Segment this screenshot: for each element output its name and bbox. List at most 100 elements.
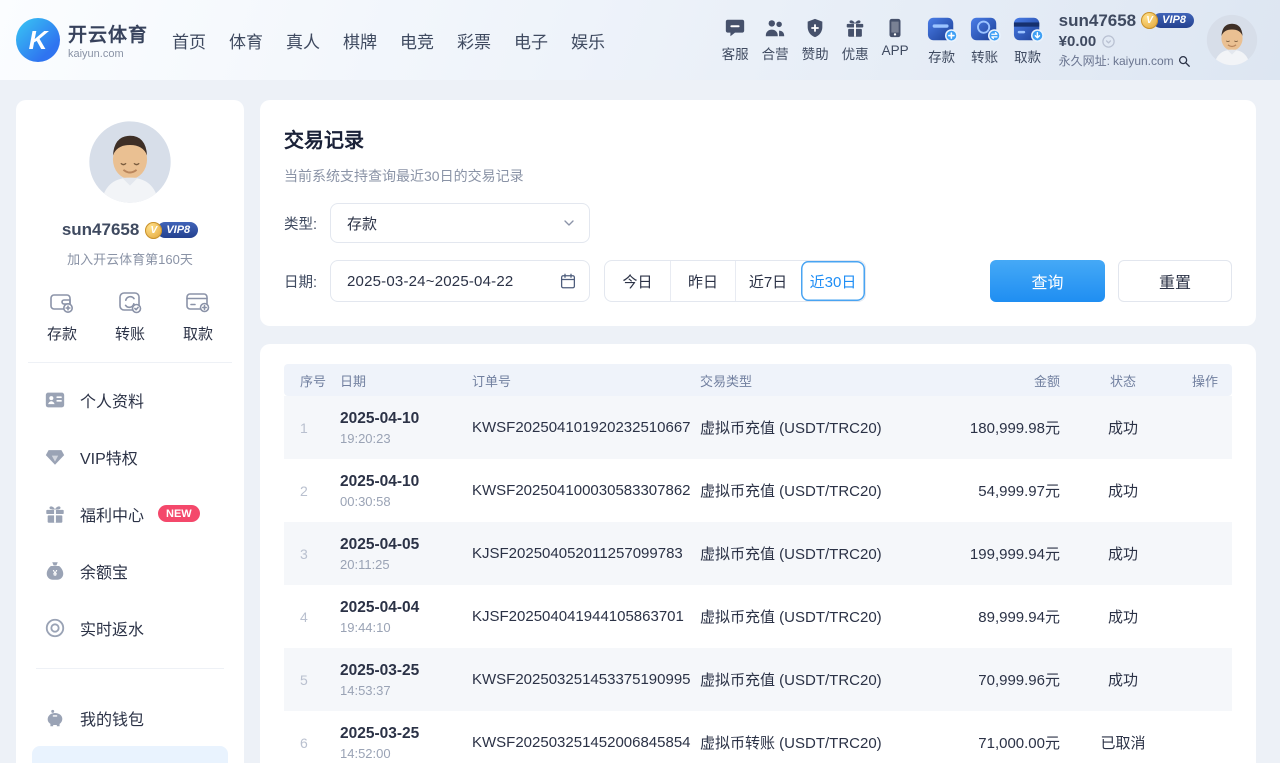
quick-range-button[interactable]: 今日 [605, 261, 670, 301]
brand-logo-icon: K [16, 18, 60, 62]
filter-card: 交易记录 当前系统支持查询最近30日的交易记录 类型: 存款 日期: 2025-… [260, 100, 1256, 326]
nav-item[interactable]: 电竞 [400, 28, 434, 53]
nav-item[interactable]: 彩票 [457, 28, 491, 53]
row-order-number: KWSF202503251452006845854 [456, 734, 688, 751]
menu-item-label: VIP特权 [80, 445, 138, 469]
joined-days-text: 加入开云体育第160天 [28, 249, 232, 268]
wallet-action[interactable]: 存款 [925, 14, 959, 66]
row-transaction-type: 虚拟币充值 (USDT/TRC20) [688, 606, 928, 627]
user-info-block: sun47658 V VIP8 ¥0.00 永久网址: kaiyun.com [1059, 12, 1194, 68]
brand-logo[interactable]: K 开云体育 kaiyun.com [16, 18, 148, 62]
vip-emblem-icon: V [145, 222, 162, 239]
row-status: 已取消 [1068, 732, 1178, 753]
col-index: 序号 [284, 371, 328, 390]
avatar[interactable] [88, 120, 172, 204]
sidebar-menu-item[interactable]: ¥ 余额宝 [32, 542, 228, 599]
search-icon[interactable] [1177, 54, 1191, 68]
table-body: 1 2025-04-10 19:20:23 KWSF20250410192023… [284, 396, 1232, 763]
row-amount: 71,000.00元 [928, 732, 1068, 753]
quick-action[interactable]: 取款 [164, 288, 232, 344]
utility-label: 合营 [762, 43, 789, 63]
row-index: 5 [284, 672, 328, 688]
deposit-card-icon [925, 14, 959, 44]
sidebar-menu: 个人资料 VIP特权 福利中心 NEW ¥ 余额宝 实时返水 [28, 363, 232, 656]
quick-range-button[interactable]: 昨日 [670, 261, 735, 301]
svg-text:¥: ¥ [53, 569, 58, 578]
row-date: 2025-04-10 19:20:23 [328, 410, 456, 446]
wallet-action[interactable]: 转账 [968, 14, 1002, 66]
top-header: K 开云体育 kaiyun.com 首页体育真人棋牌电竞彩票电子娱乐 客服 合营… [0, 0, 1280, 80]
username: sun47658 [62, 220, 140, 240]
row-status: 成功 [1068, 417, 1178, 438]
app-icon [884, 17, 906, 39]
nav-item[interactable]: 电子 [514, 28, 548, 53]
vip-badge[interactable]: V VIP8 [1141, 12, 1194, 29]
col-amount: 金额 [928, 371, 1068, 390]
header-utility-item[interactable]: 客服 [722, 17, 749, 63]
vip-badge[interactable]: V VIP8 [145, 222, 198, 239]
row-index: 3 [284, 546, 328, 562]
nav-item[interactable]: 首页 [172, 28, 206, 53]
table-row: 5 2025-03-25 14:53:37 KWSF20250325145337… [284, 648, 1232, 711]
piggy-icon [44, 707, 66, 729]
row-order-number: KJSF202504052011257099783 [456, 545, 688, 562]
sidebar-menu-item[interactable]: 我的钱包 [32, 689, 228, 746]
search-button[interactable]: 查询 [990, 260, 1105, 302]
row-status: 成功 [1068, 669, 1178, 690]
table-row: 1 2025-04-10 19:20:23 KWSF20250410192023… [284, 396, 1232, 459]
sidebar-menu-item[interactable]: 交易记录 [32, 746, 228, 763]
date-range-value: 2025-03-24~2025-04-22 [347, 273, 513, 290]
sponsor-icon [804, 17, 826, 39]
header-utility-item[interactable]: 合营 [762, 17, 789, 63]
transfer-o-icon [116, 288, 144, 316]
sidebar-menu-item[interactable]: VIP特权 [32, 428, 228, 485]
menu-item-label: 我的钱包 [80, 706, 144, 730]
row-index: 4 [284, 609, 328, 625]
sidebar: sun47658 V VIP8 加入开云体育第160天 存款 转账 取款 [16, 100, 244, 763]
nav-item[interactable]: 娱乐 [571, 28, 605, 53]
quick-range-button[interactable]: 近30日 [800, 261, 865, 301]
nav-item[interactable]: 真人 [286, 28, 320, 53]
quick-action[interactable]: 存款 [28, 288, 96, 344]
row-transaction-type: 虚拟币充值 (USDT/TRC20) [688, 417, 928, 438]
row-status: 成功 [1068, 543, 1178, 564]
menu-item-label: 个人资料 [80, 388, 144, 412]
nav-item[interactable]: 体育 [229, 28, 263, 53]
quick-action-label: 存款 [47, 323, 77, 344]
wallet-action[interactable]: 取款 [1011, 14, 1045, 66]
quick-range-button[interactable]: 近7日 [735, 261, 800, 301]
col-date: 日期 [328, 371, 456, 390]
row-amount: 54,999.97元 [928, 480, 1068, 501]
permanent-url: kaiyun.com [1113, 55, 1174, 67]
sidebar-menu-item[interactable]: 个人资料 [32, 371, 228, 428]
calendar-icon [559, 272, 577, 290]
type-select[interactable]: 存款 [330, 203, 590, 243]
row-date: 2025-03-25 14:53:37 [328, 662, 456, 698]
vip-emblem-icon: V [1141, 12, 1158, 29]
table-row: 2 2025-04-10 00:30:58 KWSF20250410003058… [284, 459, 1232, 522]
row-transaction-type: 虚拟币充值 (USDT/TRC20) [688, 480, 928, 501]
card-o-icon [184, 288, 212, 316]
sidebar-menu-item[interactable]: 实时返水 [32, 599, 228, 656]
header-utility-item[interactable]: 优惠 [842, 17, 869, 63]
gift-icon [844, 17, 866, 39]
refresh-balance-icon[interactable] [1101, 34, 1116, 49]
wallet-action-label: 取款 [1014, 46, 1041, 66]
quick-action[interactable]: 转账 [96, 288, 164, 344]
row-amount: 89,999.94元 [928, 606, 1068, 627]
header-wallet-actions: 存款 转账 取款 [925, 14, 1045, 66]
quick-action-label: 取款 [183, 323, 213, 344]
reset-button[interactable]: 重置 [1118, 260, 1232, 302]
row-index: 6 [284, 735, 328, 751]
nav-item[interactable]: 棋牌 [343, 28, 377, 53]
date-range-input[interactable]: 2025-03-24~2025-04-22 [330, 260, 590, 302]
sidebar-menu-item[interactable]: 福利中心 NEW [32, 485, 228, 542]
row-transaction-type: 虚拟币充值 (USDT/TRC20) [688, 669, 928, 690]
avatar[interactable] [1206, 14, 1258, 66]
header-utility-item[interactable]: APP [882, 17, 909, 63]
header-utility-item[interactable]: 赞助 [802, 17, 829, 63]
page-title: 交易记录 [284, 124, 1232, 153]
wallet-o-icon [48, 288, 76, 316]
main-panel: 交易记录 当前系统支持查询最近30日的交易记录 类型: 存款 日期: 2025-… [260, 100, 1256, 763]
row-index: 2 [284, 483, 328, 499]
